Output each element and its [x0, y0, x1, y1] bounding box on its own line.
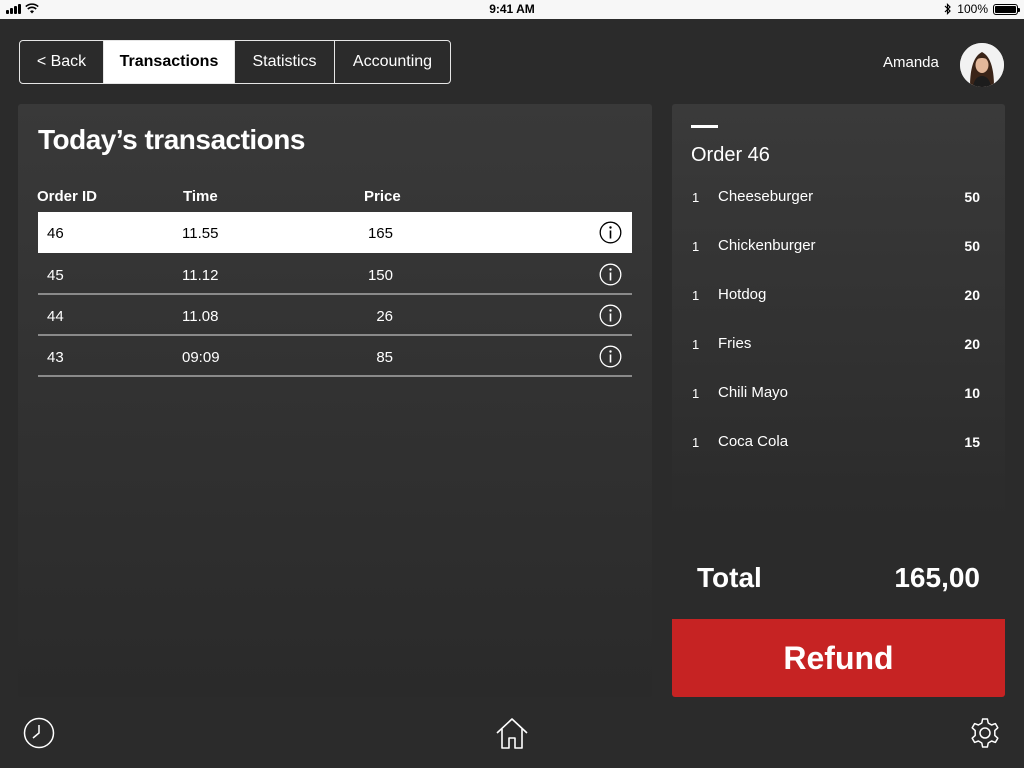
item-price: 50	[964, 238, 980, 254]
table-row[interactable]: 46 11.55 165	[38, 212, 632, 253]
order-detail-panel: Order 46 1 Cheeseburger 50 1 Chickenburg…	[672, 104, 1005, 697]
list-item: 1 Chickenburger 50	[672, 237, 1005, 257]
item-name: Chili Mayo	[718, 384, 789, 401]
transactions-panel: Today’s transactions Order ID Time Price…	[18, 104, 652, 697]
row-price: 165	[367, 225, 393, 242]
item-name: Chickenburger	[718, 237, 816, 254]
column-header-price: Price	[364, 188, 401, 205]
info-icon[interactable]	[599, 263, 622, 286]
item-price: 50	[964, 189, 980, 205]
tab-accounting[interactable]: Accounting	[335, 41, 450, 83]
item-price: 20	[964, 336, 980, 352]
table-row[interactable]: 44 11.08 26	[38, 295, 632, 336]
item-quantity: 1	[692, 190, 700, 205]
item-quantity: 1	[692, 239, 700, 254]
item-price: 15	[964, 434, 980, 450]
item-quantity: 1	[692, 435, 700, 450]
user-name: Amanda	[883, 54, 939, 71]
item-price: 10	[964, 385, 980, 401]
home-icon[interactable]	[495, 716, 529, 750]
table-row[interactable]: 43 09:09 85	[38, 336, 632, 377]
row-time: 11.12	[182, 267, 219, 284]
item-quantity: 1	[692, 288, 700, 303]
status-bar: 9:41 AM 100%	[0, 0, 1024, 19]
list-item: 1 Coca Cola 15	[672, 433, 1005, 453]
drag-handle[interactable]	[691, 125, 718, 128]
item-name: Cheeseburger	[718, 188, 814, 205]
list-item: 1 Cheeseburger 50	[672, 188, 1005, 208]
battery-icon	[993, 3, 1020, 15]
item-name: Hotdog	[718, 286, 767, 303]
row-time: 11.55	[182, 225, 219, 242]
gear-icon[interactable]	[968, 716, 1002, 750]
total-label: Total	[697, 562, 762, 593]
refund-button[interactable]: Refund	[672, 619, 1005, 697]
table-row[interactable]: 45 11.12 150	[38, 254, 632, 295]
row-price: 26	[376, 308, 393, 325]
item-quantity: 1	[692, 337, 700, 352]
info-icon[interactable]	[599, 304, 622, 327]
row-time: 11.08	[182, 308, 219, 325]
column-header-order-id: Order ID	[37, 188, 98, 205]
nav-segmented-control: < Back Transactions Statistics Accountin…	[19, 40, 451, 84]
list-item: 1 Fries 20	[672, 335, 1005, 355]
status-right: 100%	[944, 2, 1020, 16]
row-order-id: 45	[47, 267, 64, 284]
row-price: 150	[367, 267, 393, 284]
page-title: Today’s transactions	[38, 124, 305, 155]
tab-transactions[interactable]: Transactions	[104, 41, 235, 83]
order-title: Order 46	[691, 144, 770, 166]
row-time: 09:09	[182, 349, 220, 366]
item-name: Coca Cola	[718, 433, 789, 450]
info-icon[interactable]	[599, 221, 622, 244]
back-button[interactable]: < Back	[20, 41, 104, 83]
clock-icon[interactable]	[22, 716, 56, 750]
list-item: 1 Chili Mayo 10	[672, 384, 1005, 404]
item-quantity: 1	[692, 386, 700, 401]
item-name: Fries	[718, 335, 752, 352]
row-price: 85	[376, 349, 393, 366]
info-icon[interactable]	[599, 345, 622, 368]
column-header-time: Time	[183, 188, 218, 205]
item-price: 20	[964, 287, 980, 303]
status-time: 9:41 AM	[489, 2, 535, 16]
tab-statistics[interactable]: Statistics	[235, 41, 335, 83]
row-order-id: 46	[47, 225, 64, 242]
list-item: 1 Hotdog 20	[672, 286, 1005, 306]
total-value: 165,00	[894, 562, 980, 593]
battery-percent: 100%	[957, 2, 988, 16]
row-order-id: 44	[47, 308, 64, 325]
avatar[interactable]	[960, 43, 1004, 87]
row-order-id: 43	[47, 349, 64, 366]
bluetooth-icon	[944, 3, 952, 15]
avatar-image	[960, 43, 1004, 87]
